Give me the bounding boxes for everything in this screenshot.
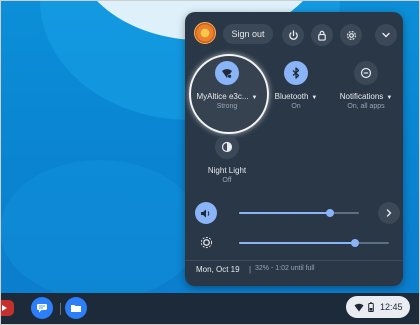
battery-icon [368, 302, 374, 312]
panel-divider [185, 260, 403, 261]
feature-wifi[interactable]: MyAltice e3c... ▼ Strong [195, 61, 259, 110]
volume-icon [201, 209, 210, 217]
volume-slider-fill [239, 212, 330, 214]
bluetooth-icon [292, 67, 300, 79]
volume-slider[interactable] [239, 209, 359, 217]
caret-icon: ▼ [251, 95, 258, 101]
brightness-slider-fill [239, 242, 355, 244]
brightness-icon [200, 236, 212, 248]
notifications-label[interactable]: Notifications ▼ [334, 92, 398, 101]
bluetooth-toggle[interactable] [284, 61, 308, 85]
chevron-right-icon [386, 209, 392, 217]
wifi-toggle[interactable] [215, 61, 239, 85]
chevron-down-icon [382, 32, 390, 38]
brightness-button [195, 231, 217, 253]
caret-icon: ▼ [386, 95, 393, 101]
quick-settings-panel: Sign out MyAltice e3c... ▼ Strong Blueto… [185, 12, 403, 286]
power-button[interactable] [282, 24, 304, 46]
volume-button[interactable] [195, 202, 217, 224]
clock: 12:45 [380, 302, 403, 312]
messages-app[interactable] [31, 297, 53, 319]
footer-separator: | [249, 265, 252, 274]
shelf: 12:45 [0, 293, 420, 325]
lock-icon [318, 30, 326, 41]
date-label[interactable]: Mon, Oct 19 [196, 265, 240, 274]
notifications-name: Notifications [339, 92, 384, 101]
wallpaper-wave [0, 160, 200, 300]
notifications-toggle[interactable] [354, 61, 378, 85]
night-light-status: Off [222, 177, 232, 184]
wifi-status-icon [354, 303, 364, 311]
brightness-slider[interactable] [239, 239, 389, 247]
bluetooth-label[interactable]: Bluetooth ▼ [264, 92, 328, 101]
volume-slider-thumb[interactable] [326, 209, 334, 217]
avatar[interactable] [194, 22, 216, 44]
audio-settings-button[interactable] [378, 202, 400, 224]
files-icon [71, 305, 81, 312]
wifi-icon [222, 68, 232, 79]
bluetooth-name: Bluetooth [274, 92, 309, 101]
night-light-toggle[interactable] [215, 135, 239, 159]
feature-bluetooth[interactable]: Bluetooth ▼ On [264, 61, 328, 110]
brightness-slider-thumb[interactable] [351, 239, 359, 247]
shelf-separator [60, 303, 61, 315]
power-icon [288, 29, 298, 40]
bluetooth-status: On [291, 103, 301, 110]
gear-icon [346, 30, 356, 40]
battery-status: 32% - 1:02 until full [255, 265, 315, 272]
feature-night-light[interactable]: Night Light Off [195, 135, 259, 184]
youtube-app[interactable] [0, 300, 14, 316]
night-light-label: Night Light [207, 166, 247, 175]
notifications-status: On, all apps [347, 103, 385, 110]
feature-notifications[interactable]: Notifications ▼ On, all apps [334, 61, 398, 110]
wifi-status: Strong [216, 103, 238, 110]
night-light-icon [221, 141, 233, 153]
wifi-label[interactable]: MyAltice e3c... ▼ [195, 92, 259, 101]
files-app[interactable] [65, 297, 87, 319]
messages-icon [37, 304, 47, 313]
notifications-icon [360, 67, 372, 79]
caret-icon: ▼ [311, 95, 318, 101]
settings-button[interactable] [340, 24, 362, 46]
sign-out-button[interactable]: Sign out [223, 24, 273, 44]
lock-button[interactable] [311, 24, 333, 46]
wifi-network-name: MyAltice e3c... [196, 92, 249, 101]
status-tray[interactable]: 12:45 [346, 296, 410, 318]
youtube-icon [2, 305, 7, 311]
collapse-button[interactable] [375, 24, 397, 46]
